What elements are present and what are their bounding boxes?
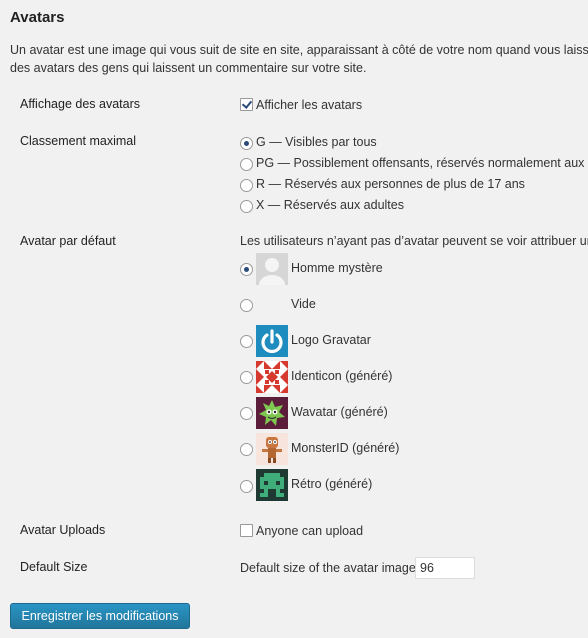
identicon-avatar-icon — [256, 361, 288, 393]
description-line-1: Un avatar est une image qui vous suit de… — [10, 43, 588, 57]
rating-radio-r[interactable] — [240, 179, 253, 192]
wavatar-avatar-icon — [256, 397, 288, 429]
default-size-label: Default Size — [20, 560, 88, 574]
anyone-can-upload-checkbox[interactable] — [240, 524, 253, 537]
rating-radio-x[interactable] — [240, 200, 253, 213]
blank-avatar-icon — [256, 289, 288, 321]
default-avatar-intro: Les utilisateurs n’ayant pas d’avatar pe… — [240, 234, 588, 248]
show-avatars-checkbox[interactable] — [240, 98, 253, 111]
avatar-label-monsterid[interactable]: MonsterID (généré) — [291, 441, 399, 455]
monsterid-avatar-icon — [256, 433, 288, 465]
gravatar-logo-avatar-icon — [256, 325, 288, 357]
avatar-radio-identicon[interactable] — [240, 371, 253, 384]
max-rating-label: Classement maximal — [20, 134, 137, 148]
avatar-radio-blank[interactable] — [240, 299, 253, 312]
description-line-2: des avatars des gens qui laissent un com… — [10, 61, 367, 75]
retro-avatar-icon — [256, 469, 288, 501]
avatar-radio-wavatar[interactable] — [240, 407, 253, 420]
show-avatars-checkbox-label[interactable]: Afficher les avatars — [256, 98, 362, 112]
rating-radio-pg[interactable] — [240, 158, 253, 171]
rating-label-r[interactable]: R — Réservés aux personnes de plus de 17… — [256, 177, 525, 191]
avatar-radio-mystery[interactable] — [240, 263, 253, 276]
avatar-label-retro[interactable]: Rétro (généré) — [291, 477, 372, 491]
rating-label-x[interactable]: X — Réservés aux adultes — [256, 198, 404, 212]
display-avatars-label: Affichage des avatars — [20, 97, 140, 111]
avatar-label-gravatar[interactable]: Logo Gravatar — [291, 333, 371, 347]
avatar-label-mystery[interactable]: Homme mystère — [291, 261, 383, 275]
avatar-radio-gravatar[interactable] — [240, 335, 253, 348]
rating-radio-g[interactable] — [240, 137, 253, 150]
avatar-radio-monsterid[interactable] — [240, 443, 253, 456]
avatar-uploads-label: Avatar Uploads — [20, 523, 106, 537]
save-changes-button[interactable]: Enregistrer les modifications — [10, 603, 190, 629]
rating-label-g[interactable]: G — Visibles par tous — [256, 135, 377, 149]
anyone-can-upload-label[interactable]: Anyone can upload — [256, 524, 363, 538]
avatar-label-identicon[interactable]: Identicon (généré) — [291, 369, 392, 383]
page-title: Avatars — [10, 9, 65, 26]
default-size-field-label: Default size of the avatar image — [240, 561, 416, 575]
avatar-radio-retro[interactable] — [240, 480, 253, 493]
avatar-label-wavatar[interactable]: Wavatar (généré) — [291, 405, 388, 419]
default-avatar-label: Avatar par défaut — [20, 234, 116, 248]
avatar-label-blank[interactable]: Vide — [291, 297, 316, 311]
default-size-input[interactable] — [415, 557, 475, 579]
mystery-man-avatar-icon — [256, 253, 288, 285]
rating-label-pg[interactable]: PG — Possiblement offensants, réservés n… — [256, 156, 588, 170]
